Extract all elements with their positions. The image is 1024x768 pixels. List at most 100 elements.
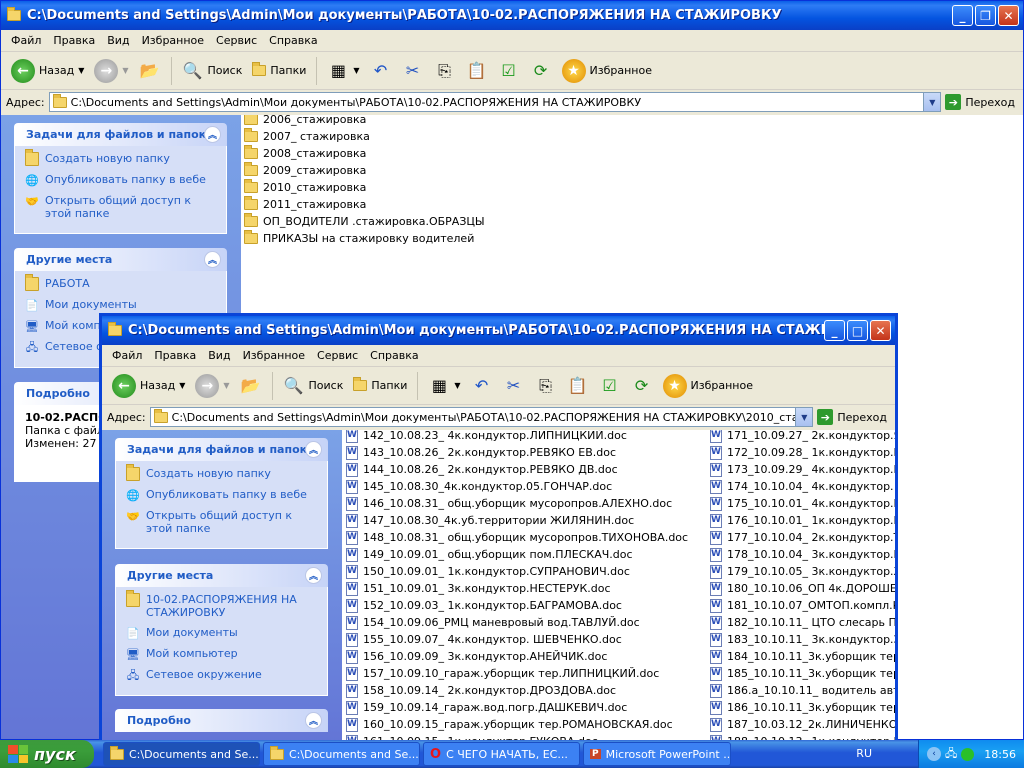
go-button[interactable]: ➔ Переход bbox=[945, 94, 1023, 110]
go-button[interactable]: ➔ Переход bbox=[817, 409, 895, 425]
title-bar[interactable]: C:\Documents and Settings\Admin\Мои доку… bbox=[102, 316, 895, 345]
taskbar-item-powerpoint[interactable]: P Microsoft PowerPoint ... bbox=[583, 742, 731, 766]
copy-button[interactable]: ⎘ bbox=[531, 370, 561, 402]
taskbar-item-opera[interactable]: O С ЧЕГО НАЧАТЬ, ЕС... bbox=[423, 742, 580, 766]
menu-view[interactable]: Вид bbox=[101, 34, 135, 47]
file-item[interactable]: W188_10.10.13_ 1к.кондуктор.КУ bbox=[710, 733, 895, 740]
file-item[interactable]: W 151_10.09.01_ 3к.кондуктор.НЕСТЕРУК.doc bbox=[346, 580, 706, 597]
place-work[interactable]: РАБОТА bbox=[25, 274, 216, 291]
place-my-computer[interactable]: 🖥 Мой компьютер bbox=[126, 647, 317, 661]
file-item[interactable]: W 145_10.08.30_4к.кондуктор.05.ГОНЧАР.doc bbox=[346, 478, 706, 495]
file-item[interactable]: W 185_10.10.11_3к.уборщик тер.Г bbox=[710, 665, 895, 682]
file-item[interactable]: W161_10.09.15_ 1к.кондуктор.ГУКОВА.doc bbox=[346, 733, 706, 740]
file-item[interactable]: W 174_10.10.04_ 4к.кондуктор. БА bbox=[710, 478, 895, 495]
file-item[interactable]: W 144_10.08.26_ 2к.кондуктор.РЕВЯКО ДВ.do… bbox=[346, 461, 706, 478]
file-item[interactable]: W 186_10.10.11_3к.уборщик тер.К bbox=[710, 699, 895, 716]
folder-item[interactable]: 2006_стажировка bbox=[244, 115, 485, 128]
folders-button[interactable]: Папки bbox=[248, 55, 310, 87]
address-dropdown-button[interactable]: ▼ bbox=[923, 93, 941, 111]
file-item[interactable]: W 160_10.09.15_гараж.уборщик тер.РОМАНОВС… bbox=[346, 716, 706, 733]
file-item[interactable]: W 183_10.10.11_ 3к.кондуктор.ЗАВ bbox=[710, 631, 895, 648]
file-item[interactable]: W 179_10.10.05_ 3к.кондуктор.ХМЕ bbox=[710, 563, 895, 580]
file-item[interactable]: W 149_10.09.01_ общ.уборщик пом.ПЛЕСКАЧ.d… bbox=[346, 546, 706, 563]
menu-help[interactable]: Справка bbox=[364, 349, 424, 362]
paste-button[interactable]: 📋 bbox=[563, 370, 593, 402]
check-button[interactable]: ☑ bbox=[494, 55, 524, 87]
places-panel-header[interactable]: Другие места ︽ bbox=[14, 248, 227, 271]
sync-button[interactable]: ⟳ bbox=[627, 370, 657, 402]
folder-item[interactable]: ОП_ВОДИТЕЛИ .стажировка.ОБРАЗЦЫ bbox=[244, 213, 485, 230]
file-item[interactable]: W 154_10.09.06_РМЦ маневровый вод.ТАВЛУЙ.… bbox=[346, 614, 706, 631]
folders-button[interactable]: Папки bbox=[349, 370, 411, 402]
task-publish-web[interactable]: 🌐 Опубликовать папку в вебе bbox=[25, 173, 216, 187]
file-item[interactable]: W 180_10.10.06_ОП 4к.ДОРОШЕВИ bbox=[710, 580, 895, 597]
back-button[interactable]: ← Назад ▼ bbox=[108, 370, 189, 402]
chevron-down-icon[interactable]: ▼ bbox=[78, 66, 84, 75]
folder-item[interactable]: 2009_стажировка bbox=[244, 162, 485, 179]
file-item[interactable]: W 182_10.10.11_ ЦТО слесарь ПС А bbox=[710, 614, 895, 631]
place-my-documents[interactable]: 📄 Мои документы bbox=[126, 626, 317, 640]
title-bar[interactable]: C:\Documents and Settings\Admin\Мои доку… bbox=[1, 1, 1023, 30]
collapse-chevron-icon[interactable]: ︽ bbox=[305, 567, 322, 584]
file-item[interactable]: W 178_10.10.04_ 3к.кондуктор.КАР bbox=[710, 546, 895, 563]
forward-button[interactable]: → ▼ bbox=[90, 55, 132, 87]
collapse-chevron-icon[interactable]: ︽ bbox=[305, 712, 322, 729]
back-button[interactable]: ← Назад ▼ bbox=[7, 55, 88, 87]
cut-button[interactable]: ✂ bbox=[499, 370, 529, 402]
minimize-button[interactable]: _ bbox=[952, 5, 973, 26]
views-button[interactable]: ▦ ▼ bbox=[424, 370, 464, 402]
file-item[interactable]: W 171_10.09.27_ 2к.кондуктор.ЯК bbox=[710, 430, 895, 444]
file-item[interactable]: W 186.а_10.10.11_ водитель автом bbox=[710, 682, 895, 699]
file-item[interactable]: W 181_10.10.07_ОМТОП.компл.КАГ bbox=[710, 597, 895, 614]
paste-button[interactable]: 📋 bbox=[462, 55, 492, 87]
green-tray-icon[interactable] bbox=[961, 747, 975, 761]
file-item[interactable]: W 155_10.09.07_ 4к.кондуктор. ШЕВЧЕНКО.do… bbox=[346, 631, 706, 648]
explorer-window-2010[interactable]: C:\Documents and Settings\Admin\Мои доку… bbox=[99, 313, 898, 740]
file-item[interactable]: W 173_10.09.29_ 4к.кондуктор.МИ bbox=[710, 461, 895, 478]
up-folder-button[interactable]: 📂 bbox=[135, 55, 165, 87]
menu-tools[interactable]: Сервис bbox=[210, 34, 263, 47]
file-item[interactable]: W 152_10.09.03_ 1к.кондуктор.БАГРАМОВА.do… bbox=[346, 597, 706, 614]
file-item[interactable]: W 176_10.10.01_ 1к.кондуктор.ВИТ bbox=[710, 512, 895, 529]
task-share-folder[interactable]: 🤝 Открыть общий доступ к этой папке bbox=[126, 509, 317, 535]
menu-edit[interactable]: Правка bbox=[47, 34, 101, 47]
check-button[interactable]: ☑ bbox=[595, 370, 625, 402]
minimize-button[interactable]: _ bbox=[824, 320, 845, 341]
sync-button[interactable]: ⟳ bbox=[526, 55, 556, 87]
file-item[interactable]: W 150_10.09.01_ 1к.кондуктор.СУПРАНОВИЧ.d… bbox=[346, 563, 706, 580]
folder-item[interactable]: 2007_ стажировка bbox=[244, 128, 485, 145]
folder-item[interactable]: 2010_стажировка bbox=[244, 179, 485, 196]
favorites-button[interactable]: ★ Избранное bbox=[558, 55, 656, 87]
file-item[interactable]: W 156_10.09.09_ 3к.кондуктор.АНЕЙЧИК.doc bbox=[346, 648, 706, 665]
maximize-button[interactable]: ❐ bbox=[975, 5, 996, 26]
views-button[interactable]: ▦ ▼ bbox=[323, 55, 363, 87]
copy-button[interactable]: ⎘ bbox=[430, 55, 460, 87]
undo-button[interactable]: ↶ bbox=[467, 370, 497, 402]
file-item[interactable]: W 143_10.08.26_ 2к.кондуктор.РЕВЯКО ЕВ.do… bbox=[346, 444, 706, 461]
file-item[interactable]: W 184_10.10.11_3к.уборщик тер.Ш bbox=[710, 648, 895, 665]
file-item[interactable]: W 177_10.10.04_ 2к.кондуктор.ТАВ bbox=[710, 529, 895, 546]
file-item[interactable]: W 159_10.09.14_гараж.вод.погр.ДАШКЕВИЧ.do… bbox=[346, 699, 706, 716]
file-item[interactable]: W 142_10.08.23_ 4к.кондуктор.ЛИПНИЦКИЙ.do… bbox=[346, 430, 706, 444]
folder-item[interactable]: ПРИКАЗЫ на стажировку водителей bbox=[244, 230, 485, 247]
chevron-down-icon[interactable]: ▼ bbox=[179, 381, 185, 390]
menu-help[interactable]: Справка bbox=[263, 34, 323, 47]
search-button[interactable]: 🔍 Поиск bbox=[178, 55, 247, 87]
menu-file[interactable]: Файл bbox=[106, 349, 148, 362]
favorites-button[interactable]: ★ Избранное bbox=[659, 370, 757, 402]
address-dropdown-button[interactable]: ▼ bbox=[795, 408, 813, 426]
menu-edit[interactable]: Правка bbox=[148, 349, 202, 362]
menu-file[interactable]: Файл bbox=[5, 34, 47, 47]
task-publish-web[interactable]: 🌐 Опубликовать папку в вебе bbox=[126, 488, 317, 502]
up-folder-button[interactable]: 📂 bbox=[236, 370, 266, 402]
folder-item[interactable]: 2011_стажировка bbox=[244, 196, 485, 213]
file-item[interactable]: W 147_10.08.30_4к.уб.территории ЖИЛЯНИН.d… bbox=[346, 512, 706, 529]
file-item[interactable]: W 158_10.09.14_ 2к.кондуктор.ДРОЗДОВА.doc bbox=[346, 682, 706, 699]
close-button[interactable]: ✕ bbox=[998, 5, 1019, 26]
place-parent-folder[interactable]: 10-02.РАСПОРЯЖЕНИЯ НА СТАЖИРОВКУ bbox=[126, 590, 317, 619]
language-indicator[interactable]: RU bbox=[856, 747, 872, 760]
cut-button[interactable]: ✂ bbox=[398, 55, 428, 87]
forward-button[interactable]: → ▼ bbox=[191, 370, 233, 402]
network-tray-icon[interactable]: 🖧 bbox=[945, 745, 957, 764]
task-share-folder[interactable]: 🤝 Открыть общий доступ к этой папке bbox=[25, 194, 216, 220]
